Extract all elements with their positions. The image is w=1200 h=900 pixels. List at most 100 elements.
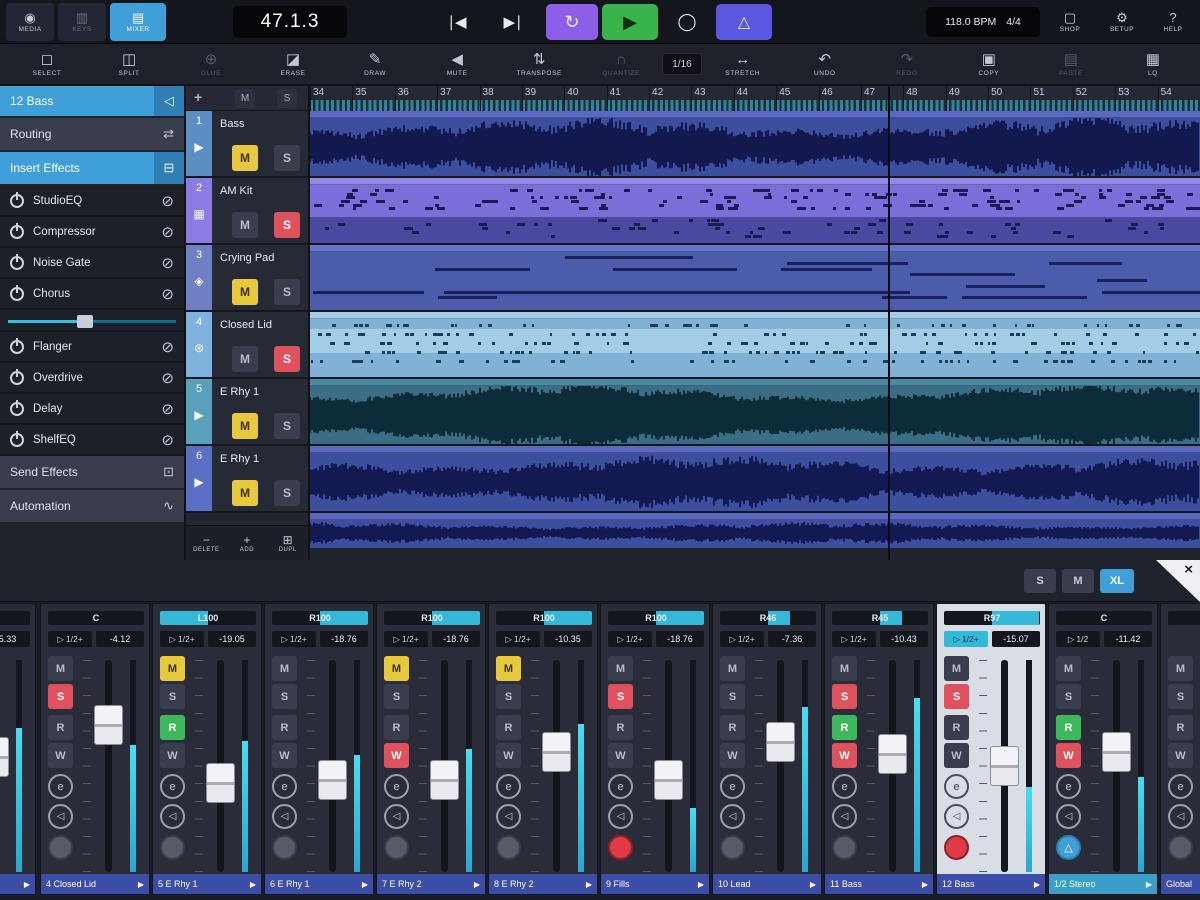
effect-slot-overdrive[interactable]: Overdrive⊘ <box>0 363 184 394</box>
channel-mute-button[interactable]: M <box>384 656 409 681</box>
automation-read-button[interactable]: R <box>1056 715 1081 740</box>
skip-to-end-button[interactable]: ▶∣ <box>488 4 538 40</box>
power-icon[interactable] <box>10 256 24 270</box>
track-mute-button[interactable]: M <box>232 145 258 171</box>
effect-slot-shelfeq[interactable]: ShelfEQ⊘ <box>0 425 184 456</box>
pan-slider[interactable]: R100 <box>608 611 704 625</box>
record-arm-button[interactable] <box>1168 835 1193 860</box>
mixer-channel-9-fills[interactable]: R100▷1/2+-18.76MSRWe◁9 Fills▶ <box>600 603 710 895</box>
send-effects-row[interactable]: Send Effects ⊡ <box>0 456 184 488</box>
channel-solo-button[interactable]: S <box>48 684 73 709</box>
record-button[interactable]: ◯ <box>662 4 712 40</box>
record-arm-button[interactable] <box>608 835 633 860</box>
output-routing-button[interactable]: ▷1/2+ <box>720 631 764 647</box>
fader-track[interactable] <box>777 660 784 872</box>
fader-handle[interactable] <box>318 760 347 800</box>
speaker-icon[interactable]: ◁ <box>1168 804 1193 829</box>
channel-mute-button[interactable]: M <box>1168 656 1193 681</box>
pan-slider[interactable]: C <box>1168 611 1200 625</box>
skip-to-start-button[interactable]: ∣◀ <box>432 4 482 40</box>
selected-track-header[interactable]: 12 Bass ◁ <box>0 86 184 116</box>
automation-write-button[interactable]: W <box>496 743 521 768</box>
automation-read-button[interactable]: R <box>608 715 633 740</box>
channel-mute-button[interactable]: M <box>48 656 73 681</box>
tool-copy[interactable]: ▣COPY <box>948 52 1030 77</box>
add-track-button[interactable]: +ADD <box>227 526 268 560</box>
tool-select[interactable]: ◻SELECT <box>6 52 88 77</box>
power-icon[interactable] <box>10 340 24 354</box>
pan-slider[interactable]: C <box>48 611 144 625</box>
tool-quantize[interactable]: ∩QUANTIZE <box>580 52 662 77</box>
pan-slider[interactable]: R100 <box>496 611 592 625</box>
track-header-4[interactable]: 4⊛Closed LidMS <box>186 312 308 379</box>
channel-solo-button[interactable]: S <box>496 684 521 709</box>
fader-handle[interactable] <box>878 734 907 774</box>
channel-eq-button[interactable]: e <box>496 774 521 799</box>
bypass-icon[interactable]: ⊘ <box>161 223 174 241</box>
tool-draw[interactable]: ✎DRAW <box>334 52 416 77</box>
fader-handle[interactable] <box>766 722 795 762</box>
delete-track-button[interactable]: −DELETE <box>186 526 227 560</box>
tool-split[interactable]: ◫SPLIT <box>88 52 170 77</box>
fader-handle[interactable] <box>94 705 123 745</box>
track-header-3[interactable]: 3◈Crying PadMS <box>186 245 308 312</box>
clip-6-e-rhy-1[interactable] <box>310 446 1200 513</box>
clip-4-closed-lid[interactable] <box>310 312 1200 379</box>
channel-name-bar[interactable]: 1/2 Stereo▶ <box>1049 874 1157 894</box>
pan-slider[interactable]: R45 <box>832 611 928 625</box>
channel-name-bar[interactable]: 4 Closed Lid▶ <box>41 874 149 894</box>
effect-slot-compressor[interactable]: Compressor⊘ <box>0 217 184 248</box>
tool-paste[interactable]: ▤PASTE <box>1030 52 1112 77</box>
output-routing-button[interactable]: ▷1/2+ <box>496 631 540 647</box>
keys-button[interactable]: ▥ KEYS <box>58 3 106 41</box>
pan-slider[interactable]: R100 <box>384 611 480 625</box>
automation-write-button[interactable]: W <box>720 743 745 768</box>
tool-mute[interactable]: ◀MUTE <box>416 52 498 77</box>
channel-solo-button[interactable]: S <box>832 684 857 709</box>
loop-button[interactable]: ↻ <box>546 4 598 40</box>
close-icon[interactable]: × <box>1184 561 1193 578</box>
bypass-icon[interactable]: ⊘ <box>161 254 174 272</box>
mixer-channel-10-lead[interactable]: R46▷1/2+-7.36MSRWe◁10 Lead▶ <box>712 603 822 895</box>
effect-slot-chorus[interactable]: Chorus⊘ <box>0 279 184 310</box>
channel-mute-button[interactable]: M <box>832 656 857 681</box>
output-routing-button[interactable]: ▷1/2+ <box>832 631 876 647</box>
automation-read-button[interactable]: R <box>272 715 297 740</box>
fader-handle[interactable] <box>654 760 683 800</box>
output-routing-button[interactable]: ▷1/2+ <box>944 631 988 647</box>
automation-write-button[interactable]: W <box>160 743 185 768</box>
channel-eq-button[interactable]: e <box>272 774 297 799</box>
mixer-channel-global[interactable]: CMSRWe◁Global▶ <box>1160 603 1200 895</box>
fader-handle[interactable] <box>430 760 459 800</box>
track-header-1[interactable]: 1▶BassMS <box>186 111 308 178</box>
bypass-icon[interactable]: ⊘ <box>161 431 174 449</box>
track-color-tab[interactable]: 1▶ <box>186 111 212 176</box>
speaker-icon[interactable]: ◁ <box>832 804 857 829</box>
channel-mute-button[interactable]: M <box>944 656 969 681</box>
pan-slider[interactable]: C <box>1056 611 1152 625</box>
dupl-track-button[interactable]: ⊞DUPL <box>267 526 308 560</box>
channel-mute-button[interactable]: M <box>160 656 185 681</box>
mixer-size-xl-button[interactable]: XL <box>1100 569 1134 593</box>
bypass-icon[interactable]: ⊘ <box>161 369 174 387</box>
routing-row[interactable]: Routing ⇄ <box>0 118 184 150</box>
bypass-icon[interactable]: ⊘ <box>161 192 174 210</box>
record-arm-button[interactable] <box>160 835 185 860</box>
speaker-icon[interactable]: ◁ <box>272 804 297 829</box>
pan-slider[interactable]: R100 <box>272 611 368 625</box>
automation-read-button[interactable]: R <box>160 715 185 740</box>
channel-eq-button[interactable]: e <box>48 774 73 799</box>
speaker-icon[interactable]: ◁ <box>944 804 969 829</box>
output-routing-button[interactable]: ▷1/2+ <box>160 631 204 647</box>
fader-handle[interactable] <box>206 763 235 803</box>
channel-name-bar[interactable]: 8 E Rhy 2▶ <box>489 874 597 894</box>
slider-handle[interactable] <box>77 315 93 328</box>
channel-name-bar[interactable]: 5 E Rhy 1▶ <box>153 874 261 894</box>
track-header-5[interactable]: 5▶E Rhy 1MS <box>186 379 308 446</box>
speaker-icon[interactable]: ◁ <box>720 804 745 829</box>
channel-mute-button[interactable]: M <box>1056 656 1081 681</box>
automation-row[interactable]: Automation ∿ <box>0 490 184 522</box>
power-icon[interactable] <box>10 402 24 416</box>
tool-transpose[interactable]: ⇅TRANSPOSE <box>498 52 580 77</box>
channel-name-bar[interactable]: 10 Lead▶ <box>713 874 821 894</box>
